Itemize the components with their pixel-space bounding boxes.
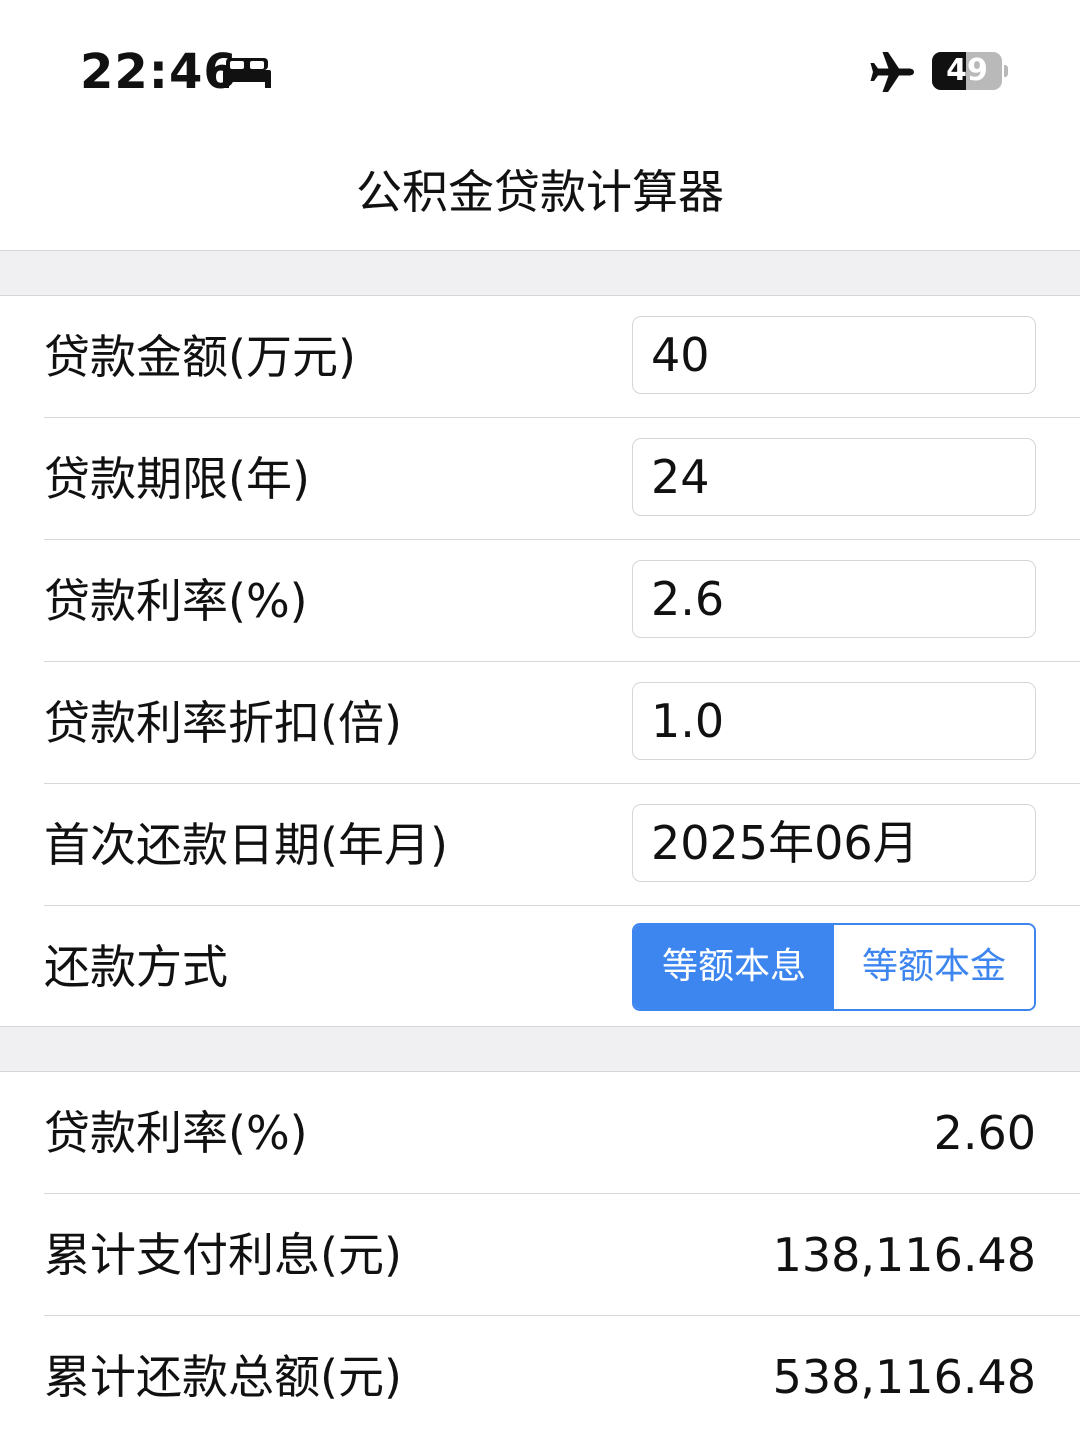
- battery-level: 49: [946, 53, 988, 88]
- interest-rate-input[interactable]: 2.6: [632, 560, 1036, 638]
- loan-term-input[interactable]: 24: [632, 438, 1036, 516]
- battery-cap: [1004, 65, 1008, 77]
- repayment-method-segmented-control: 等额本息 等额本金: [632, 923, 1036, 1011]
- rate-discount-row: 贷款利率折扣(倍) 1.0: [0, 662, 1080, 784]
- rate-discount-label: 贷款利率折扣(倍): [44, 696, 402, 750]
- page-title: 公积金贷款计算器: [356, 165, 724, 219]
- interest-rate-row: 贷款利率(%) 2.6: [0, 540, 1080, 662]
- loan-amount-input[interactable]: 40: [632, 316, 1036, 394]
- battery-icon: 49: [932, 52, 1002, 90]
- loan-term-row: 贷款期限(年) 24: [0, 418, 1080, 540]
- equal-principal-option[interactable]: 等额本金: [834, 925, 1034, 1009]
- total-interest-row: 累计支付利息(元) 138,116.48: [0, 1194, 1080, 1316]
- total-repayment-value: 538,116.48: [772, 1350, 1036, 1404]
- first-payment-row: 首次还款日期(年月) 2025年06月: [0, 784, 1080, 906]
- total-repayment-row: 累计还款总额(元) 538,116.48: [0, 1316, 1080, 1438]
- loan-amount-label: 贷款金额(万元): [44, 330, 356, 384]
- loan-amount-row: 贷款金额(万元) 40: [0, 296, 1080, 418]
- repayment-method-row: 还款方式 等额本息 等额本金: [0, 906, 1080, 1028]
- rate-discount-input[interactable]: 1.0: [632, 682, 1036, 760]
- bed-icon: [223, 58, 271, 88]
- repayment-method-label: 还款方式: [44, 940, 228, 994]
- section-gap-results: [0, 1026, 1080, 1072]
- loan-term-label: 贷款期限(年): [44, 452, 310, 506]
- interest-rate-label: 贷款利率(%): [44, 574, 308, 628]
- total-interest-value: 138,116.48: [772, 1228, 1036, 1282]
- first-payment-label: 首次还款日期(年月): [44, 818, 448, 872]
- result-rate-label: 贷款利率(%): [44, 1106, 308, 1160]
- section-gap-top: [0, 250, 1080, 296]
- result-rate-row: 贷款利率(%) 2.60: [0, 1072, 1080, 1194]
- airplane-mode-icon: [870, 52, 914, 92]
- equal-installment-option[interactable]: 等额本息: [634, 925, 834, 1009]
- total-repayment-label: 累计还款总额(元): [44, 1350, 402, 1404]
- first-payment-date-input[interactable]: 2025年06月: [632, 804, 1036, 882]
- result-rate-value: 2.60: [933, 1106, 1036, 1160]
- status-time: 22:46: [80, 44, 238, 100]
- status-bar: 22:46 49: [0, 0, 1080, 140]
- total-interest-label: 累计支付利息(元): [44, 1228, 402, 1282]
